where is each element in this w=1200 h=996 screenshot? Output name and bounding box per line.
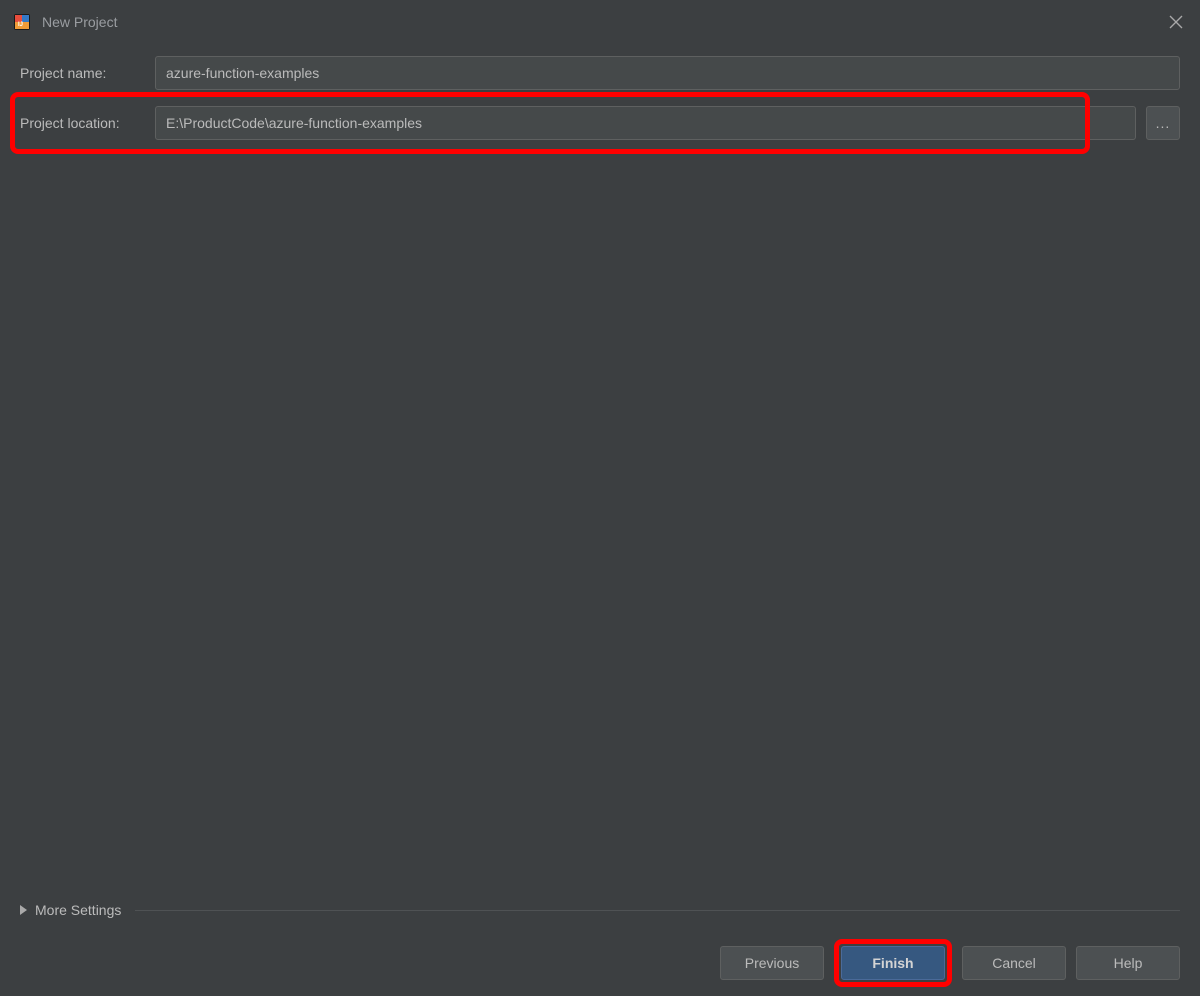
finish-button[interactable]: Finish xyxy=(841,946,945,980)
previous-button[interactable]: Previous xyxy=(720,946,824,980)
titlebar: IJ New Project xyxy=(0,0,1200,40)
app-icon: IJ xyxy=(12,12,32,32)
more-settings-label: More Settings xyxy=(35,902,121,918)
browse-button[interactable]: ... xyxy=(1146,106,1180,140)
button-bar: Previous Finish Cancel Help xyxy=(720,946,1180,980)
help-button[interactable]: Help xyxy=(1076,946,1180,980)
cancel-button[interactable]: Cancel xyxy=(962,946,1066,980)
chevron-right-icon xyxy=(20,905,27,915)
browse-ellipsis-icon: ... xyxy=(1156,115,1171,131)
project-name-label: Project name: xyxy=(20,65,155,81)
project-name-input[interactable] xyxy=(155,56,1180,90)
window-title: New Project xyxy=(42,14,117,30)
project-location-input[interactable] xyxy=(155,106,1136,140)
close-button[interactable] xyxy=(1164,10,1188,34)
project-location-label: Project location: xyxy=(20,115,155,131)
highlight-annotation-finish: Finish xyxy=(834,939,952,987)
svg-text:IJ: IJ xyxy=(18,22,23,28)
more-settings-toggle[interactable]: More Settings xyxy=(20,902,1180,918)
form-content: Project name: Project location: ... xyxy=(0,40,1200,140)
divider xyxy=(135,910,1180,911)
